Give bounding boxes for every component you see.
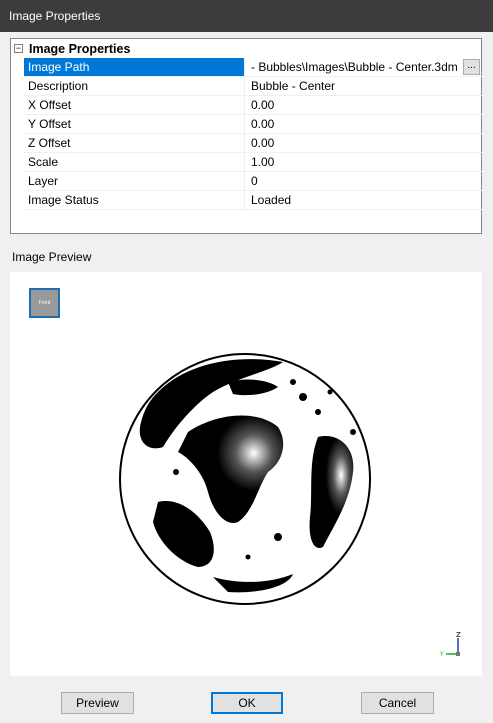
property-row-y-offset[interactable]: Y Offset 0.00 — [24, 115, 482, 134]
image-properties-dialog: Image Properties − Image Properties Imag… — [0, 0, 493, 723]
property-value[interactable]: 0 — [246, 172, 482, 190]
globe-image — [119, 353, 371, 605]
axis-z-label: Z — [456, 631, 461, 639]
property-value[interactable]: 1.00 — [246, 153, 482, 171]
collapse-icon[interactable]: − — [14, 44, 23, 53]
cancel-button[interactable]: Cancel — [361, 692, 434, 714]
axis-y-label: Y — [439, 651, 444, 658]
property-name: Z Offset — [24, 134, 245, 152]
property-value[interactable]: 0.00 — [246, 134, 482, 152]
property-row-image-path[interactable]: Image Path - Bubbles\Images\Bubble - Cen… — [24, 58, 482, 77]
property-name: Description — [24, 77, 245, 95]
title-bar: Image Properties — [0, 0, 493, 32]
ok-button[interactable]: OK — [211, 692, 283, 714]
property-name: Layer — [24, 172, 245, 190]
property-value[interactable]: Bubble - Center — [246, 77, 482, 95]
axis-triad-icon: Z Y — [439, 631, 461, 658]
property-row-z-offset[interactable]: Z Offset 0.00 — [24, 134, 482, 153]
preview-button[interactable]: Preview — [61, 692, 134, 714]
property-rows: Image Path - Bubbles\Images\Bubble - Cen… — [24, 58, 482, 210]
grid-gutter — [11, 58, 24, 210]
property-grid: − Image Properties Image Path - Bubbles\… — [10, 38, 482, 234]
property-row-description[interactable]: Description Bubble - Center — [24, 77, 482, 96]
image-preview-viewport[interactable]: Front Z Y — [10, 272, 482, 676]
property-name: Image Status — [24, 191, 245, 209]
image-preview-label: Image Preview — [12, 250, 92, 264]
property-row-x-offset[interactable]: X Offset 0.00 — [24, 96, 482, 115]
property-value[interactable]: 0.00 — [246, 115, 482, 133]
category-row[interactable]: − Image Properties — [11, 40, 481, 58]
property-row-layer[interactable]: Layer 0 — [24, 172, 482, 191]
property-name: Scale — [24, 153, 245, 171]
browse-button[interactable]: ... — [463, 59, 480, 75]
property-row-scale[interactable]: Scale 1.00 — [24, 153, 482, 172]
property-name: Image Path — [24, 58, 245, 76]
property-value[interactable]: 0.00 — [246, 96, 482, 114]
front-view-button[interactable]: Front — [29, 288, 60, 318]
category-label: Image Properties — [29, 42, 131, 56]
property-row-image-status[interactable]: Image Status Loaded — [24, 191, 482, 210]
property-name: X Offset — [24, 96, 245, 114]
window-title: Image Properties — [9, 9, 101, 23]
property-value[interactable]: Loaded — [246, 191, 482, 209]
image-path-field[interactable]: - Bubbles\Images\Bubble - Center.3dm — [246, 58, 462, 76]
property-name: Y Offset — [24, 115, 245, 133]
